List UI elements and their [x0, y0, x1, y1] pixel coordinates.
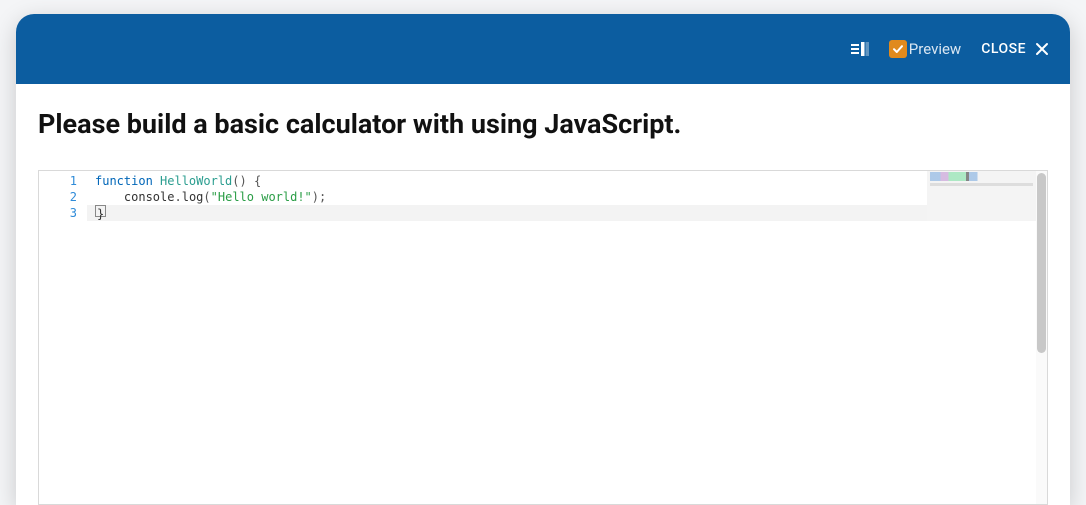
code-line[interactable]: }: [95, 205, 927, 221]
minimap-code-preview-icon: [930, 172, 1033, 181]
code-line[interactable]: console.log("Hello world!");: [95, 189, 927, 205]
code-token: HelloWorld: [160, 174, 232, 188]
editor-scrollbar[interactable]: [1036, 171, 1047, 504]
preview-toggle[interactable]: Preview: [889, 40, 961, 58]
line-number: 1: [39, 173, 87, 189]
code-token: (: [203, 190, 210, 204]
cursor-icon: }: [95, 205, 106, 217]
code-token: log: [182, 190, 204, 204]
code-token: () {: [232, 174, 261, 188]
line-number-gutter: 123: [39, 171, 87, 504]
code-line[interactable]: function HelloWorld() {: [95, 173, 927, 189]
code-token: "Hello world!": [211, 190, 312, 204]
panel-layout-icon[interactable]: [851, 41, 869, 57]
prompt-title: Please build a basic calculator with usi…: [38, 108, 1048, 140]
code-editor[interactable]: 123 function HelloWorld() { console.log(…: [38, 170, 1048, 505]
close-button[interactable]: CLOSE: [981, 41, 1050, 57]
code-token: .: [174, 190, 181, 204]
editor-main[interactable]: 123 function HelloWorld() { console.log(…: [39, 171, 1047, 504]
line-number: 3: [39, 205, 87, 221]
code-area[interactable]: function HelloWorld() { console.log("Hel…: [87, 171, 927, 504]
modal-header: Preview CLOSE: [16, 14, 1070, 84]
code-token: [153, 174, 160, 188]
close-label: CLOSE: [981, 41, 1026, 57]
line-number: 2: [39, 189, 87, 205]
close-icon: [1034, 41, 1050, 57]
code-token: console: [95, 190, 174, 204]
code-token: function: [95, 174, 153, 188]
preview-checkbox-icon: [889, 40, 907, 58]
editor-scrollbar-thumb[interactable]: [1037, 173, 1046, 353]
minimap[interactable]: [927, 171, 1047, 504]
modal-window: Preview CLOSE Please build a basic calcu…: [16, 14, 1070, 505]
modal-body: Please build a basic calculator with usi…: [16, 84, 1070, 505]
code-token: );: [312, 190, 326, 204]
preview-label: Preview: [909, 40, 961, 58]
minimap-code-preview-icon: [930, 183, 1033, 186]
